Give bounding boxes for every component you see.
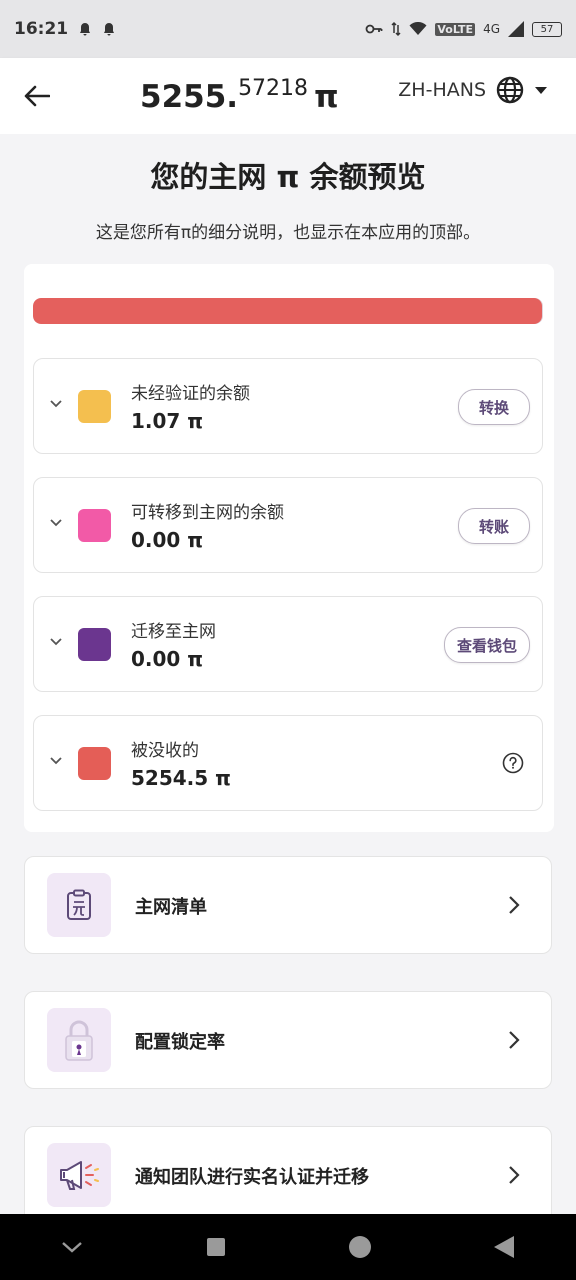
recents-square-icon[interactable] — [186, 1217, 246, 1277]
back-button[interactable] — [24, 72, 72, 120]
header-balance: 5255.57218 π — [140, 76, 339, 115]
clipboard-yuan-icon — [47, 873, 111, 937]
balance-card-transferable[interactable]: 可转移到主网的余额 0.00 π 转账 — [33, 477, 543, 573]
wifi-icon — [409, 22, 427, 35]
key-icon — [365, 24, 383, 34]
back-triangle-icon[interactable] — [474, 1217, 534, 1277]
balance-breakdown-panel: 未经验证的余额 1.07 π 转换 可转移到主网的余额 0.00 π 转账 迁移… — [24, 264, 554, 832]
mainnet-checklist-item[interactable]: 主网清单 — [24, 856, 552, 954]
menu-label: 通知团队进行实名认证并迁移 — [135, 1167, 369, 1188]
balance-amount: 5254.5 π — [131, 766, 231, 790]
bell-icon — [104, 23, 115, 36]
app-header: 5255.57218 π ZH-HANS — [0, 58, 576, 134]
transfer-button[interactable]: 转账 — [457, 508, 530, 544]
menu-label: 主网清单 — [135, 897, 207, 918]
balance-label: 迁移至主网 — [131, 622, 216, 642]
menu-label: 配置锁定率 — [135, 1032, 225, 1053]
color-swatch — [78, 509, 111, 542]
color-swatch — [78, 747, 111, 780]
data-arrows-icon — [391, 21, 401, 37]
battery-level: 57 — [540, 23, 554, 35]
main-content: 您的主网 π 余额预览 这是您所有π的细分说明，也显示在本应用的顶部。 未经验证… — [0, 134, 576, 1214]
home-circle-icon[interactable] — [330, 1217, 390, 1277]
network-type: 4G — [483, 22, 500, 36]
balance-card-migrated[interactable]: 迁移至主网 0.00 π 查看钱包 — [33, 596, 543, 692]
balance-label: 被没收的 — [131, 741, 199, 761]
chevron-down-icon[interactable] — [48, 633, 64, 649]
collapse-chevron-icon[interactable] — [42, 1217, 102, 1277]
balance-amount: 0.00 π — [131, 647, 204, 671]
color-swatch — [78, 390, 111, 423]
help-circle-icon[interactable] — [502, 752, 524, 774]
view-wallet-button[interactable]: 查看钱包 — [443, 627, 530, 663]
battery-icon: 57 — [532, 21, 562, 37]
page-title: 您的主网 π 余额预览 — [150, 160, 426, 194]
balance-integer: 5255. — [140, 79, 239, 115]
balance-amount: 0.00 π — [131, 528, 204, 552]
globe-icon — [496, 76, 524, 104]
balance-amount: 1.07 π — [131, 409, 204, 433]
balance-label: 可转移到主网的余额 — [131, 503, 284, 523]
convert-button[interactable]: 转换 — [457, 389, 530, 425]
balance-label: 未经验证的余额 — [131, 384, 250, 404]
caret-down-icon — [535, 87, 547, 94]
system-nav-bar — [0, 1214, 576, 1280]
status-time: 16:21 — [14, 19, 69, 39]
balance-card-unverified[interactable]: 未经验证的余额 1.07 π 转换 — [33, 358, 543, 454]
pi-symbol: π — [314, 79, 339, 115]
balance-card-forfeited[interactable]: 被没收的 5254.5 π — [33, 715, 543, 811]
language-selector[interactable]: ZH-HANS — [398, 76, 548, 104]
progress-fill — [33, 298, 542, 324]
page-subtitle: 这是您所有π的细分说明，也显示在本应用的顶部。 — [95, 223, 481, 243]
padlock-icon — [47, 1008, 111, 1072]
language-code: ZH-HANS — [398, 79, 486, 101]
kyc-notify-item[interactable]: 通知团队进行实名认证并迁移 — [24, 1126, 552, 1214]
chevron-down-icon[interactable] — [48, 395, 64, 411]
chevron-right-icon — [509, 1031, 520, 1049]
bell-icon — [80, 23, 91, 36]
chevron-right-icon — [509, 896, 520, 914]
megaphone-icon — [47, 1143, 111, 1207]
status-bar: 16:21 VoLTE 4G 57 — [0, 0, 576, 58]
signal-icon — [508, 21, 524, 37]
chevron-down-icon[interactable] — [48, 752, 64, 768]
chevron-down-icon[interactable] — [48, 514, 64, 530]
chevron-right-icon — [509, 1166, 520, 1184]
volte-badge: VoLTE — [435, 22, 476, 36]
balance-progress-bar — [33, 298, 543, 324]
arrow-left-icon — [24, 85, 50, 107]
lockup-config-item[interactable]: 配置锁定率 — [24, 991, 552, 1089]
balance-decimals: 57218 — [238, 76, 309, 101]
color-swatch — [78, 628, 111, 661]
